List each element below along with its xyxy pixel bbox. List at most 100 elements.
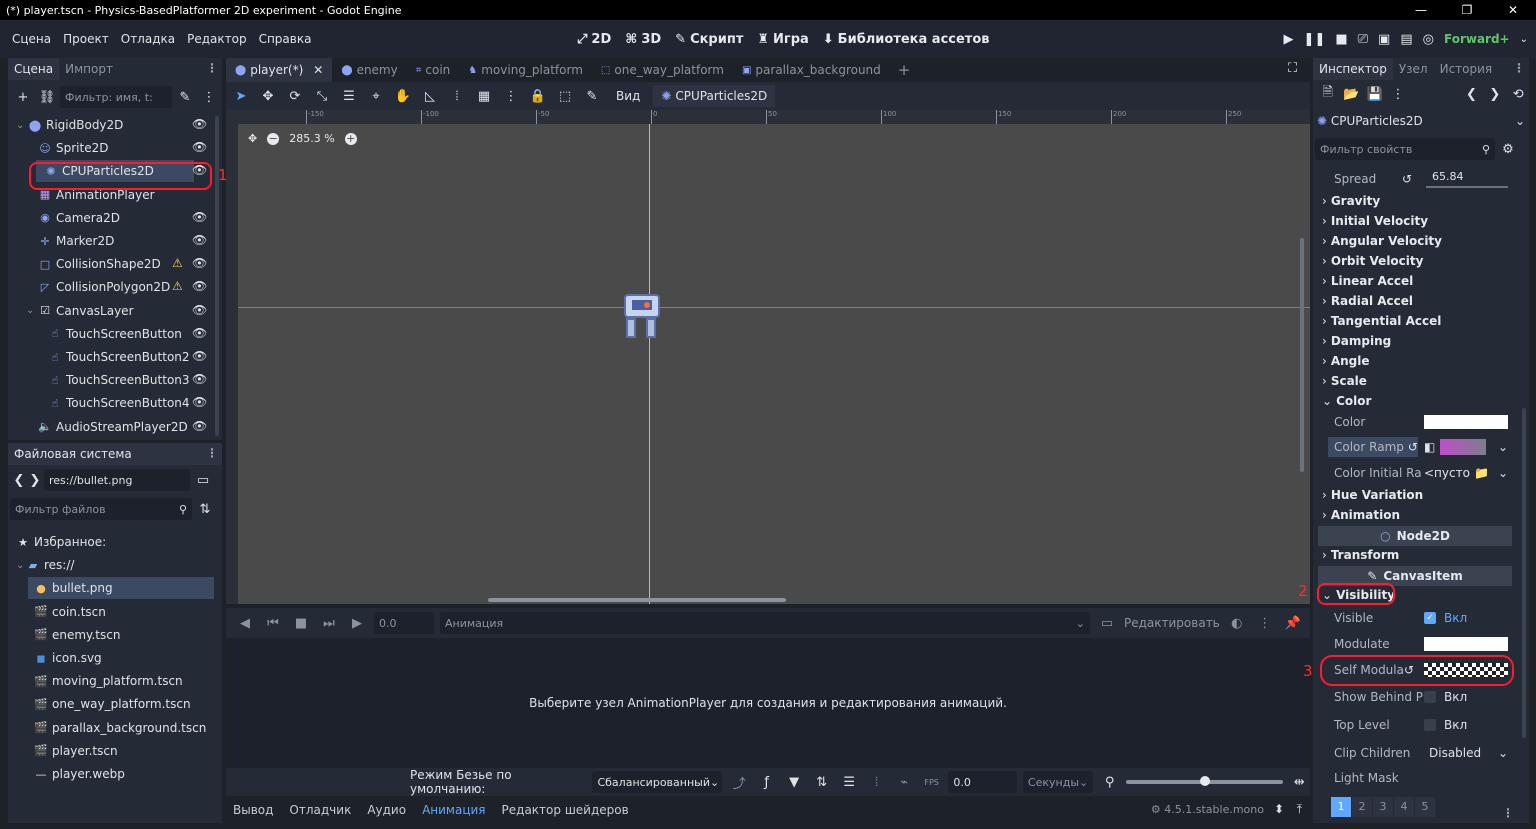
bottom-tab[interactable]: Отладчик <box>289 803 351 817</box>
eye-icon[interactable]: 👁 <box>192 210 207 224</box>
smart-snap-icon[interactable]: ⦙ <box>446 89 468 104</box>
light-mask-layer[interactable]: 2 <box>1352 797 1372 817</box>
list-icon[interactable]: ☰ <box>838 775 859 790</box>
color-section[interactable]: ⌄ Color <box>1318 391 1512 411</box>
close-icon[interactable]: ✕ <box>313 63 323 77</box>
scrollbar[interactable] <box>215 116 219 436</box>
warning-icon[interactable]: ⚠ <box>172 256 183 270</box>
file-item[interactable]: ★ Избранное: <box>8 531 213 553</box>
inspector-section[interactable]: › Radial Accel <box>1318 291 1512 311</box>
save-resource-icon[interactable]: 💾 <box>1364 87 1385 102</box>
tab-inspector[interactable]: Инспектор <box>1313 58 1393 80</box>
canvas-viewport[interactable]: -150 -100 -50 0 50 100 150 200 250 ✥ − 285.3 % + <box>226 110 1310 604</box>
edit-button[interactable]: Редактировать <box>1124 616 1220 630</box>
zoom-icon[interactable]: ⚲ <box>1099 775 1120 790</box>
inspector-section[interactable]: › Orbit Velocity <box>1318 251 1512 271</box>
menu-dots-icon[interactable]: ⋮ <box>206 61 218 75</box>
remote-debug-icon[interactable]: ⎚ <box>1358 32 1368 47</box>
tree-node[interactable]: ◉ Camera2D <box>8 207 218 229</box>
workspace-2d[interactable]: ⤢ 2D <box>577 32 611 47</box>
snap-options-icon[interactable]: ⋮ <box>500 89 522 104</box>
inspector-section[interactable]: › Tangential Accel <box>1318 311 1512 331</box>
file-item[interactable]: 🎬 parallax_background.tscn <box>8 717 213 739</box>
scale-tool-icon[interactable]: ⤡ <box>311 89 333 104</box>
back-icon[interactable]: ❮ <box>12 473 26 488</box>
modulate-swatch[interactable] <box>1424 637 1508 651</box>
menu-dots-icon[interactable]: ⋮ <box>1387 87 1408 102</box>
scrollbar[interactable] <box>1522 408 1526 738</box>
file-item[interactable]: ⌄ ▰ res:// <box>8 554 213 576</box>
tree-node[interactable]: ☝ TouchScreenButton <box>8 323 218 345</box>
eye-icon[interactable]: 👁 <box>192 140 207 154</box>
bone-icon[interactable]: ✎ <box>581 89 603 104</box>
eye-icon[interactable]: 👁 <box>192 256 207 270</box>
tree-node[interactable]: ☺ Sprite2D <box>8 137 218 159</box>
horizontal-scrollbar[interactable] <box>488 598 786 602</box>
clip-children-select[interactable]: Disabled <box>1429 746 1481 760</box>
menu-dots-icon[interactable]: ⋮ <box>1502 806 1514 820</box>
script-icon[interactable]: ✎ <box>174 90 196 105</box>
sort-tracks-icon[interactable]: ⇅ <box>811 775 832 790</box>
anim-list-icon[interactable]: ▭ <box>1096 616 1118 631</box>
snap-unit-select[interactable]: Секунды ⌄ <box>1022 771 1093 793</box>
history-forward-icon[interactable]: ❯ <box>1484 87 1505 102</box>
scene-tab[interactable]: ♞ moving_platform <box>459 58 592 82</box>
light-mask-layer[interactable]: 4 <box>1394 797 1414 817</box>
tree-node[interactable]: ⌄ ☑ CanvasLayer <box>8 300 218 322</box>
file-item[interactable]: 🎬 player.tscn <box>8 740 213 762</box>
tree-node[interactable]: ✛ Marker2D <box>8 230 218 252</box>
tree-arrow[interactable]: ⌄ <box>16 120 28 131</box>
chevron-down-icon[interactable]: ⌄ <box>1498 466 1508 480</box>
pin-icon[interactable]: 📌 <box>1282 616 1304 631</box>
visible-checkbox[interactable]: ✓ <box>1424 612 1436 624</box>
menu-3[interactable]: Редактор <box>181 32 252 46</box>
hue-variation-section[interactable]: › Hue Variation <box>1318 485 1512 505</box>
move-tool-icon[interactable]: ✥ <box>257 89 279 104</box>
link-icon[interactable]: ⛓ <box>36 90 58 105</box>
eye-icon[interactable]: 👁 <box>192 419 207 433</box>
zoom-in-icon[interactable]: + <box>344 132 357 145</box>
rotate-tool-icon[interactable]: ⟳ <box>284 89 306 104</box>
bottom-tab[interactable]: Редактор шейдеров <box>502 803 629 817</box>
pin-icon[interactable]: ⬍ <box>1274 802 1284 816</box>
show-behind-checkbox[interactable] <box>1424 691 1436 703</box>
play-custom-icon[interactable]: ▤ <box>1400 32 1412 47</box>
tree-node[interactable]: □ CollisionShape2D <box>8 253 218 275</box>
eye-icon[interactable]: 👁 <box>192 349 207 363</box>
warning-icon[interactable]: ⚠ <box>172 279 183 293</box>
file-item[interactable]: 🎬 moving_platform.tscn <box>8 670 213 692</box>
expand-icon[interactable]: ⤒ <box>1297 802 1302 817</box>
eye-icon[interactable]: 👁 <box>192 117 207 131</box>
tree-node[interactable]: ☝ TouchScreenButton3 <box>8 369 218 391</box>
inspector-section[interactable]: › Damping <box>1318 331 1512 351</box>
renderer-select[interactable]: Forward+ <box>1444 32 1510 46</box>
scene-filter-input[interactable]: Фильтр: имя, t: <box>60 86 172 108</box>
zoom-slider[interactable] <box>1126 776 1283 786</box>
color-swatch[interactable] <box>1424 415 1508 429</box>
pause-icon[interactable]: ❚❚ <box>1304 32 1326 47</box>
menu-0[interactable]: Сцена <box>6 32 57 46</box>
add-tab-icon[interactable]: + <box>890 61 919 79</box>
scene-tab[interactable]: ⬤ enemy <box>332 58 406 82</box>
workspace-игра[interactable]: ♜ Игра <box>757 32 808 47</box>
play-backwards-icon[interactable]: ◀ <box>234 616 256 631</box>
play-icon[interactable]: ▶ <box>1284 32 1294 47</box>
tab-node[interactable]: Узел <box>1393 58 1434 80</box>
transform-section[interactable]: › Transform <box>1318 545 1512 565</box>
menu-dots-icon[interactable]: ⋮ <box>1254 616 1276 631</box>
tab-history[interactable]: История <box>1434 58 1499 80</box>
fullscreen-icon[interactable]: ⛶ <box>1288 61 1297 76</box>
inspector-section[interactable]: › Angle <box>1318 351 1512 371</box>
menu-2[interactable]: Отладка <box>115 32 181 46</box>
play-scene-icon[interactable]: ▣ <box>1378 32 1390 47</box>
inspector-section[interactable]: › Scale <box>1318 371 1512 391</box>
top-level-checkbox[interactable] <box>1424 719 1436 731</box>
file-item[interactable]: ● bullet.png <box>28 577 214 600</box>
empty-resource[interactable]: <пусто <box>1424 466 1470 480</box>
add-node-icon[interactable]: + <box>12 90 34 105</box>
eye-icon[interactable]: 👁 <box>192 326 207 340</box>
scene-tab[interactable]: ⬤ player(*) ✕ <box>226 58 333 82</box>
tree-node[interactable]: 🔈 AudioStreamPlayer2D <box>8 416 218 438</box>
play-start-icon[interactable]: ⏭ <box>318 616 340 631</box>
tree-node[interactable]: ☝ TouchScreenButton2 <box>8 346 218 368</box>
